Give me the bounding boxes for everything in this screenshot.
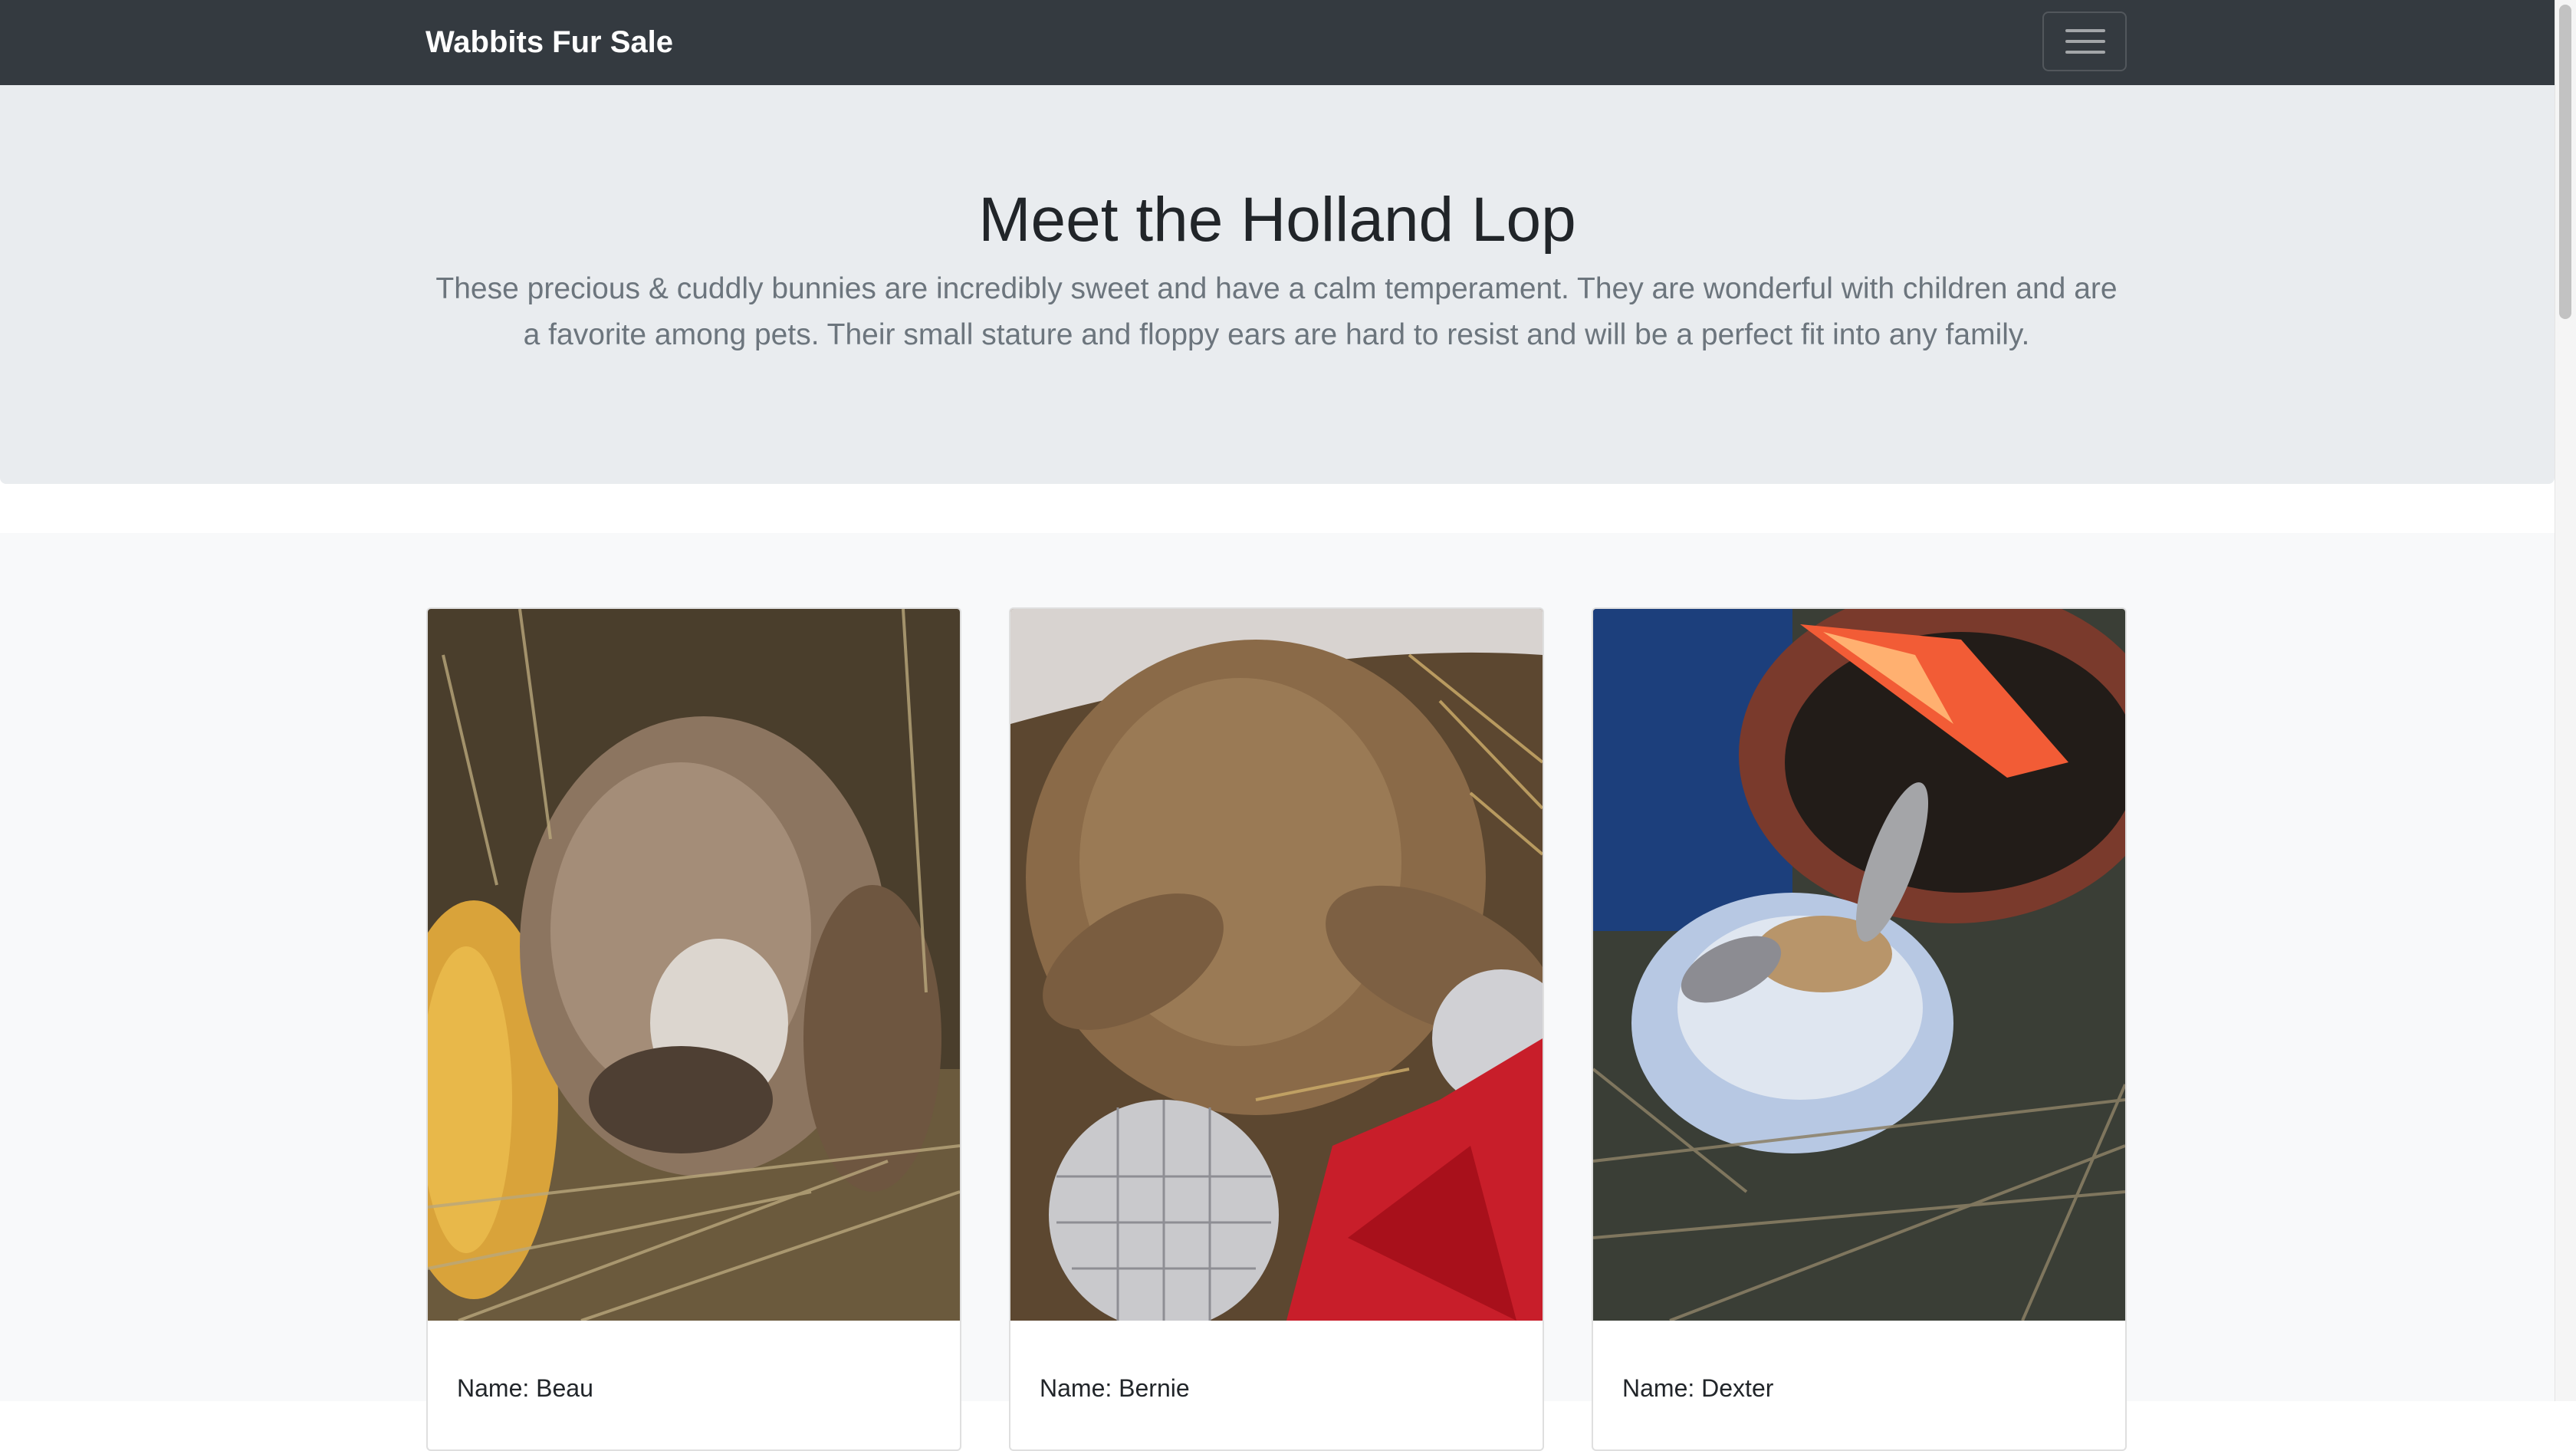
rabbit-card-dexter: Name: Dexter — [1592, 607, 2127, 1451]
rabbit-card-beau: Name: Beau — [426, 607, 961, 1451]
brand-link[interactable]: Wabbits Fur Sale — [426, 21, 673, 63]
rabbit-photo-beau — [428, 609, 960, 1321]
rabbit-name: Name: Dexter — [1622, 1374, 1774, 1402]
navbar: Wabbits Fur Sale — [0, 0, 2555, 85]
scrollbar-thumb[interactable] — [2559, 5, 2571, 319]
navbar-toggle-button[interactable] — [2042, 12, 2127, 71]
rabbit-name: Name: Bernie — [1040, 1374, 1190, 1402]
hero-section: Meet the Holland Lop These precious & cu… — [0, 85, 2555, 484]
hero-title: Meet the Holland Lop — [978, 185, 1576, 255]
page-scrollbar[interactable] — [2555, 0, 2576, 1401]
rabbit-card-bernie: Name: Bernie — [1009, 607, 1544, 1451]
rabbit-photo-dexter — [1593, 609, 2125, 1321]
rabbit-photo-bernie — [1010, 609, 1543, 1321]
album-section: Name: Beau Name: Bernie Name: Dexter — [0, 533, 2555, 1451]
hero-description: These precious & cuddly bunnies are incr… — [435, 272, 2118, 351]
rabbit-name: Name: Beau — [457, 1374, 593, 1402]
hamburger-menu-icon — [2065, 29, 2105, 32]
